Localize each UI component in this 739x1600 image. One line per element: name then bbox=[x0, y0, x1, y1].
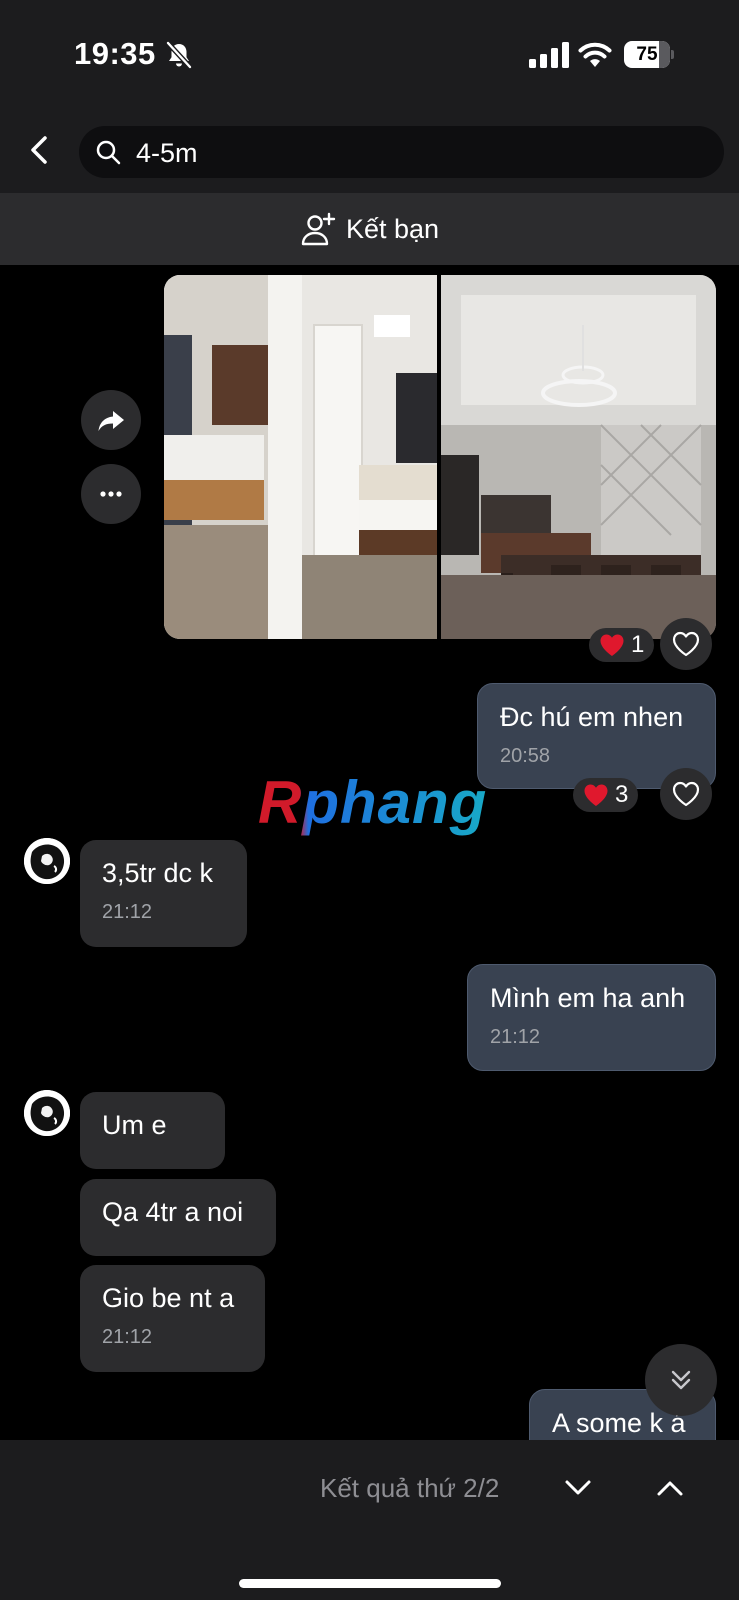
avatar[interactable] bbox=[24, 1090, 70, 1136]
home-indicator[interactable] bbox=[239, 1579, 501, 1588]
more-button[interactable] bbox=[81, 464, 141, 524]
reaction-badge[interactable]: 1 bbox=[589, 628, 655, 662]
status-time: 19:35 bbox=[74, 36, 156, 71]
search-result-bar: Kết quả thứ 2/2 bbox=[0, 1440, 739, 1600]
heart-outline-icon bbox=[672, 781, 700, 807]
search-result-count: Kết quả thứ 2/2 bbox=[320, 1473, 500, 1503]
add-friend-button[interactable]: Kết bạn bbox=[0, 193, 739, 265]
like-button[interactable] bbox=[660, 768, 712, 820]
message-time: 21:12 bbox=[490, 1026, 541, 1048]
heart-icon bbox=[584, 784, 608, 806]
message-bubble-outgoing[interactable]: Mình em ha anh 21:12 bbox=[467, 964, 716, 1071]
bell-slash-icon bbox=[166, 41, 192, 69]
message-time: 20:58 bbox=[500, 745, 551, 767]
reaction-count: 3 bbox=[615, 781, 629, 808]
chevron-left-icon[interactable] bbox=[24, 132, 54, 168]
search-field[interactable]: 4-5m bbox=[79, 126, 724, 178]
watermark: Rphang bbox=[258, 769, 488, 836]
wifi-icon bbox=[578, 42, 612, 67]
message-text: Um e bbox=[102, 1110, 167, 1140]
message-bubble-incoming[interactable]: Um e bbox=[80, 1092, 225, 1169]
message-text: Qa 4tr a noi bbox=[102, 1197, 244, 1227]
heart-icon bbox=[600, 634, 624, 656]
message-bubble-incoming[interactable]: Gio be nt a 21:12 bbox=[80, 1265, 265, 1372]
photo-message[interactable] bbox=[164, 275, 716, 639]
more-icon bbox=[100, 491, 122, 497]
message-text: Mình em ha anh bbox=[490, 983, 686, 1013]
chevron-up-icon[interactable] bbox=[652, 1470, 688, 1506]
battery-icon: 75 bbox=[624, 41, 674, 68]
message-time: 21:12 bbox=[102, 901, 153, 923]
message-bubble-incoming[interactable]: 3,5tr dc k 21:12 bbox=[80, 840, 247, 947]
cellular-signal-icon bbox=[529, 42, 569, 68]
reaction-badge[interactable]: 3 bbox=[573, 778, 639, 812]
message-time: 21:12 bbox=[102, 1326, 153, 1348]
double-chevron-down-icon bbox=[671, 1370, 691, 1390]
avatar[interactable] bbox=[24, 838, 70, 884]
add-friend-label: Kết bạn bbox=[345, 213, 440, 244]
message-text: Đc hú em nhen bbox=[500, 702, 684, 732]
add-friend-icon bbox=[301, 212, 336, 246]
chevron-down-icon[interactable] bbox=[560, 1470, 596, 1506]
search-input[interactable]: 4-5m bbox=[136, 138, 198, 169]
share-icon bbox=[98, 411, 124, 431]
friend-bar: Kết bạn bbox=[0, 193, 739, 265]
message-text: 3,5tr dc k bbox=[102, 858, 214, 888]
like-button[interactable] bbox=[660, 618, 712, 670]
scroll-to-bottom-button[interactable] bbox=[645, 1344, 717, 1416]
share-button[interactable] bbox=[81, 390, 141, 450]
dining-room-photo[interactable] bbox=[441, 275, 716, 639]
bedroom-photo[interactable] bbox=[164, 275, 437, 639]
status-bar: 19:35 75 bbox=[0, 0, 739, 110]
battery-level: 75 bbox=[636, 44, 658, 65]
message-bubble-incoming[interactable]: Qa 4tr a noi bbox=[80, 1179, 276, 1256]
reaction-count: 1 bbox=[631, 631, 645, 658]
heart-outline-icon bbox=[672, 631, 700, 657]
search-icon bbox=[96, 140, 121, 165]
search-header: 4-5m bbox=[0, 110, 739, 193]
message-text: Gio be nt a bbox=[102, 1283, 235, 1313]
